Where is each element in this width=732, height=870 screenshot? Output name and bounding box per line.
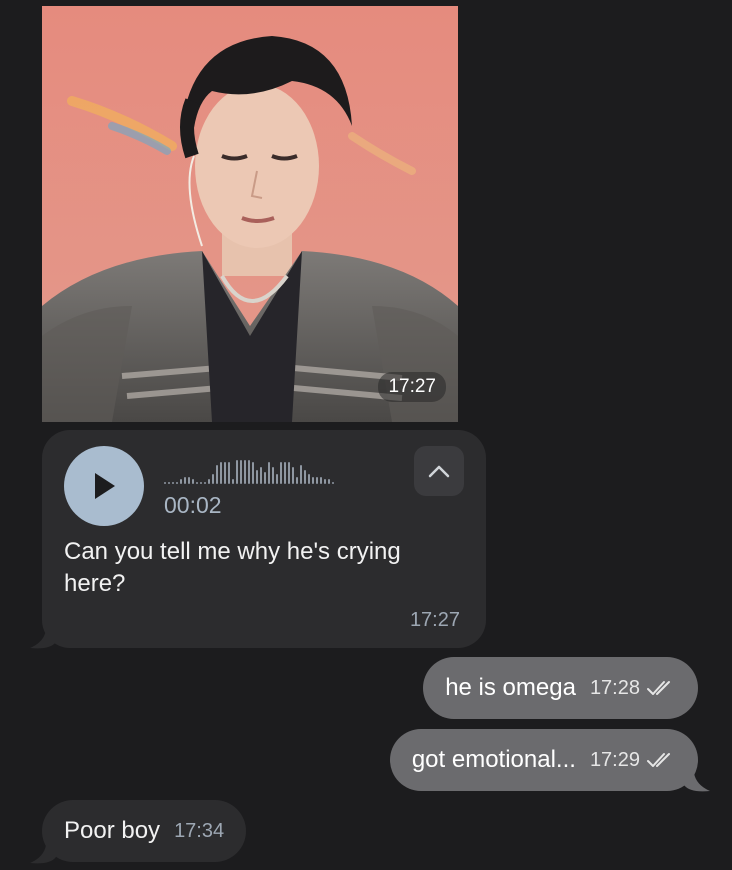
waveform-bar [200,482,202,484]
waveform-bar [316,477,318,484]
waveform-bar [256,470,258,484]
waveform-bar [284,462,286,484]
waveform-bar [216,465,218,484]
waveform-bar [292,467,294,484]
waveform-bar [228,462,230,484]
waveform-bar [268,462,270,484]
waveform-bar [244,460,246,484]
bubble-tail [30,630,56,649]
message-text: he is omega [445,674,576,701]
bubble-tail [30,845,56,864]
waveform-bar [320,477,322,484]
voice-message-bubble[interactable]: 00:02 Can you tell me why he's crying he… [42,430,486,648]
chevron-up-icon [428,465,450,478]
waveform-bar [212,474,214,484]
waveform-bar [188,477,190,484]
waveform-bar [264,472,266,484]
waveform-bar [196,482,198,484]
waveform-bar [208,479,210,484]
waveform-bar [236,460,238,484]
waveform-bar [164,482,166,484]
waveform-bar [328,479,330,484]
waveform-bar [272,467,274,484]
incoming-message[interactable]: Poor boy 17:34 [42,800,247,862]
waveform-bar [172,482,174,484]
bubble-tail [684,773,710,792]
double-check-icon [647,753,670,767]
voice-timestamp: 17:27 [409,609,460,631]
photo-timestamp: 17:27 [378,372,446,402]
outgoing-message[interactable]: he is omega 17:28 [423,657,698,719]
waveform-bar [324,479,326,484]
waveform-bar [240,460,242,484]
waveform-bar [308,474,310,484]
message-text: got emotional... [411,746,576,773]
chat-view: 17:27 00:02 Can you tell me why he's cry… [0,0,732,870]
waveform-bar [304,470,306,484]
waveform-bar [176,482,178,484]
waveform-bar [192,479,194,484]
waveform-bar [204,482,206,484]
outgoing-message[interactable]: got emotional... 17:29 [389,729,698,791]
waveform-bar [300,465,302,484]
waveform-bar [296,477,298,484]
waveform-bar [252,462,254,484]
waveform-bar [312,477,314,484]
waveform[interactable] [164,458,334,484]
waveform-bar [248,460,250,484]
play-button[interactable] [64,446,144,526]
waveform-bar [224,462,226,484]
waveform-bar [260,467,262,484]
waveform-bar [184,477,186,484]
message-timestamp: 17:28 [589,676,640,699]
waveform-bar [232,479,234,484]
photo-message[interactable]: 17:27 [42,6,458,422]
message-timestamp: 17:34 [174,819,225,842]
waveform-bar [220,462,222,484]
message-timestamp: 17:29 [589,748,640,771]
waveform-bar [280,462,282,484]
message-text: Poor boy [64,817,161,844]
waveform-bar [332,482,334,484]
waveform-bar [276,474,278,484]
waveform-bar [180,479,182,484]
waveform-bar [168,482,170,484]
photo-image [42,6,458,422]
play-icon [95,473,115,499]
double-check-icon [647,681,670,695]
waveform-bar [288,462,290,484]
voice-duration: 00:02 [164,492,222,518]
collapse-transcript-button[interactable] [414,446,464,496]
voice-transcript: Can you tell me why he's crying here? [64,538,401,597]
